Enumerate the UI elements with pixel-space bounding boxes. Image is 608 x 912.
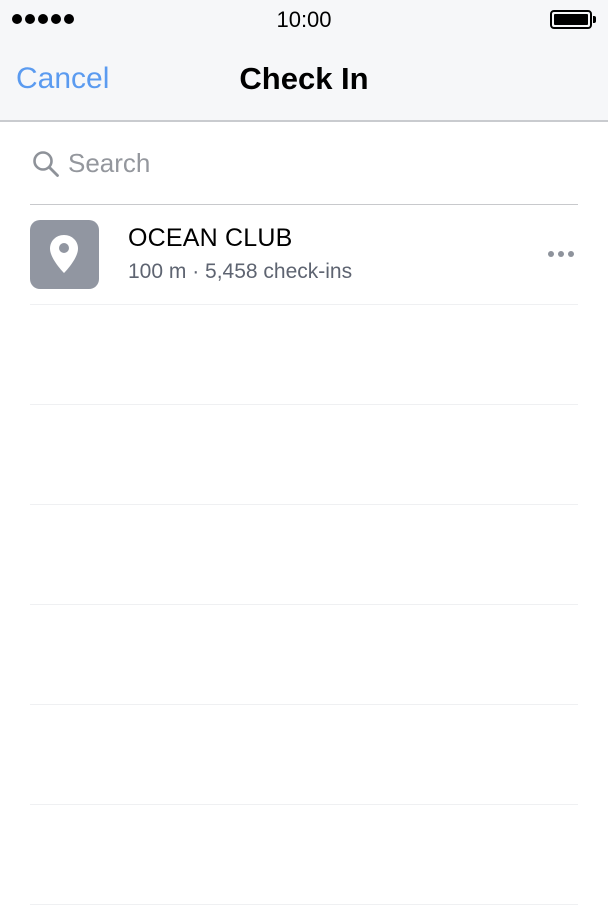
empty-list-row	[30, 505, 578, 605]
navigation-bar: Cancel Check In	[0, 40, 608, 122]
empty-list-row	[30, 705, 578, 805]
empty-list-row	[30, 405, 578, 505]
empty-list-row	[30, 305, 578, 405]
search-icon	[33, 151, 59, 177]
place-list-item[interactable]: OCEAN CLUB 100 m · 5,458 check-ins	[30, 205, 578, 305]
status-time: 10:00	[276, 7, 332, 32]
search-placeholder: Search	[68, 148, 151, 178]
search-input[interactable]: Search	[30, 122, 578, 205]
page-title: Check In	[239, 61, 369, 96]
place-name: OCEAN CLUB	[128, 224, 293, 252]
battery-full-icon	[550, 10, 596, 29]
status-bar: 10:00	[0, 0, 608, 40]
empty-list-row	[30, 605, 578, 705]
place-thumbnail	[30, 220, 99, 289]
place-distance-checkins: 100 m · 5,458 check-ins	[128, 260, 353, 283]
more-icon[interactable]	[548, 251, 574, 257]
empty-list-row	[30, 805, 578, 905]
location-pin-icon	[50, 235, 78, 273]
